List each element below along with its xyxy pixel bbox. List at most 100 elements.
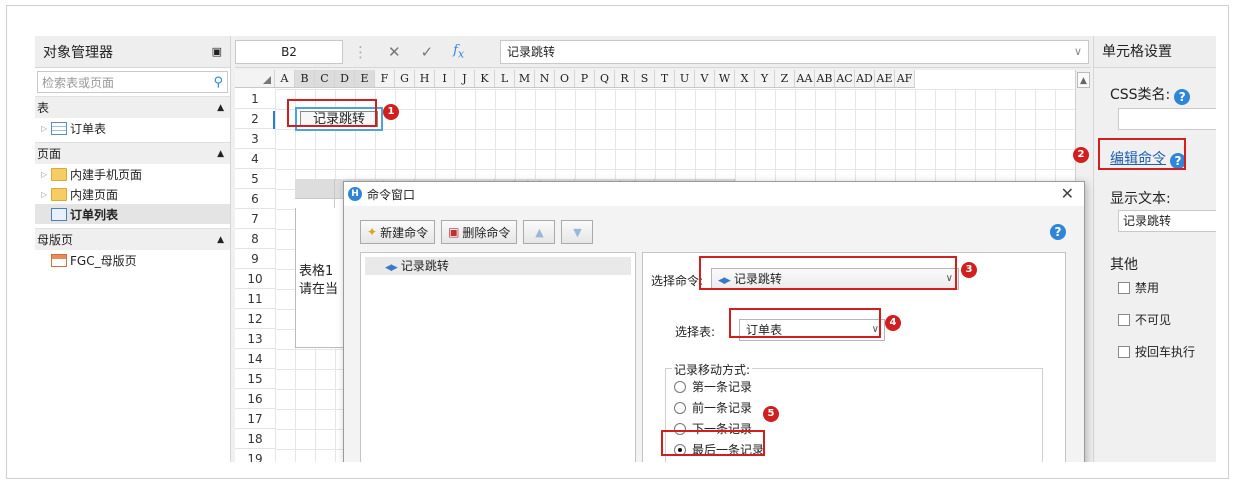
command-list-item[interactable]: ◀▶ 记录跳转 [365,257,631,275]
confirm-icon[interactable]: ✓ [421,43,434,61]
app-logo-icon: H [348,187,362,201]
column-header[interactable]: K [475,70,495,87]
checkbox-enter-execute[interactable]: 按回车执行 [1118,343,1195,360]
row-header[interactable]: 7 [235,209,275,229]
column-header[interactable]: W [715,70,735,87]
help-icon[interactable]: ? [1174,89,1191,105]
column-header[interactable]: Z [775,70,795,87]
row-header[interactable]: 5 [235,169,275,189]
cell-reference-box[interactable]: B2 [235,40,343,64]
row-header[interactable]: 16 [235,389,275,409]
column-header[interactable]: H [415,70,435,87]
column-header[interactable]: C [315,70,335,87]
row-header[interactable]: 11 [235,289,275,309]
row-header[interactable]: 19 [235,449,275,462]
close-icon[interactable]: ✕ [1061,184,1074,203]
section-master-pages[interactable]: 母版页 ▲ [35,228,230,250]
tree-item-fgc-master[interactable]: FGC_母版页 [35,250,230,270]
column-header[interactable]: F [375,70,395,87]
section-pages[interactable]: 页面 ▲ [35,142,230,164]
expand-formula-icon[interactable]: ∨ [1074,41,1082,63]
column-header[interactable]: AA [795,70,815,87]
scroll-up-icon[interactable]: ▲ [1077,72,1090,88]
row-header[interactable]: 8 [235,229,275,249]
column-header[interactable]: D [335,70,355,87]
row-header[interactable]: 17 [235,409,275,429]
column-header[interactable]: AC [835,70,855,87]
row-header[interactable]: 6 [235,189,275,209]
row-header[interactable]: 3 [235,129,275,149]
row-header[interactable]: 9 [235,249,275,269]
select-all-corner[interactable] [235,70,275,87]
column-header[interactable]: AB [815,70,835,87]
tree-item-mobile-page[interactable]: ▷ 内建手机页面 [35,164,230,184]
checkbox-disabled[interactable]: 禁用 [1118,279,1159,296]
collapse-icon[interactable]: ▲ [217,235,224,245]
column-header[interactable]: E [355,70,375,87]
column-header[interactable]: X [735,70,755,87]
checkbox-invisible[interactable]: 不可见 [1118,311,1171,328]
column-header[interactable]: O [555,70,575,87]
row-header[interactable]: 4 [235,149,275,169]
css-class-input[interactable] [1118,108,1216,130]
column-header[interactable]: P [575,70,595,87]
radio-previous-record[interactable]: 前一条记录 [674,399,752,416]
column-header[interactable]: AD [855,70,875,87]
column-header[interactable]: J [455,70,475,87]
command-list: ◀▶ 记录跳转 [360,252,636,462]
collapse-icon[interactable]: ▲ [217,149,224,159]
column-header[interactable]: R [615,70,635,87]
row-header[interactable]: 15 [235,369,275,389]
row-header[interactable]: 2 [235,109,275,129]
column-header[interactable]: U [675,70,695,87]
row-header[interactable]: 13 [235,329,275,349]
tree-item-order-table[interactable]: ▷ 订单表 [35,118,230,138]
column-header[interactable]: S [635,70,655,87]
dialog-help-icon[interactable]: ? [1050,224,1066,240]
column-header[interactable]: M [515,70,535,87]
expand-icon[interactable]: ▷ [41,124,51,133]
column-header[interactable]: B [295,70,315,87]
row-header[interactable]: 14 [235,349,275,369]
collapse-icon[interactable]: ▲ [217,103,224,113]
move-up-button[interactable]: ▲ [523,220,556,244]
object-manager-header: 对象管理器 ▣ [35,36,230,68]
tree-item-order-list[interactable]: 订单列表 [35,204,230,224]
master-page-icon [51,253,67,267]
function-icon[interactable]: fx [453,43,464,61]
table-header-cell-blank[interactable] [295,179,335,199]
search-icon[interactable]: ⚲ [213,75,223,90]
expand-icon[interactable]: ▷ [41,170,51,179]
column-header[interactable]: Q [595,70,615,87]
tree-item-builtin-page[interactable]: ▷ 内建页面 [35,184,230,204]
section-tables[interactable]: 表 ▲ [35,96,230,118]
cell-settings-panel: 单元格设置 CSS类名:? 编辑命令? 显示文本: 记录跳转 其他 禁用 不可见… [1093,36,1216,462]
expand-icon[interactable]: ▷ [41,190,51,199]
column-header[interactable]: T [655,70,675,87]
object-search-input[interactable]: 检索表或页面 ⚲ [37,71,228,93]
radio-first-record[interactable]: 第一条记录 [674,378,752,395]
delete-command-button[interactable]: ▣ 删除命令 [441,220,518,244]
highlight-edit-command [1098,138,1186,170]
column-header[interactable]: V [695,70,715,87]
column-header[interactable]: G [395,70,415,87]
display-text-input[interactable]: 记录跳转 [1118,210,1216,232]
column-header[interactable]: AF [895,70,915,87]
pin-icon[interactable]: ▣ [212,45,222,58]
row-header[interactable]: 10 [235,269,275,289]
move-down-button[interactable]: ▼ [561,220,594,244]
column-header[interactable]: Y [755,70,775,87]
column-header[interactable]: I [435,70,455,87]
column-header[interactable]: N [535,70,555,87]
formula-input[interactable]: 记录跳转 ∨ [500,40,1089,64]
new-command-button[interactable]: ✦ 新建命令 [360,220,436,244]
row-header[interactable]: 1 [235,89,275,109]
table-hint: 请在当 [299,282,339,297]
designer-window: 对象管理器 ▣ 检索表或页面 ⚲ 表 ▲ ▷ 订单表 页面 ▲ ▷ 内建手机页面… [35,36,1216,462]
cancel-icon[interactable]: ✕ [388,43,401,61]
column-header[interactable]: L [495,70,515,87]
row-header[interactable]: 12 [235,309,275,329]
row-header[interactable]: 18 [235,429,275,449]
column-header[interactable]: A [275,70,295,87]
column-header[interactable]: AE [875,70,895,87]
